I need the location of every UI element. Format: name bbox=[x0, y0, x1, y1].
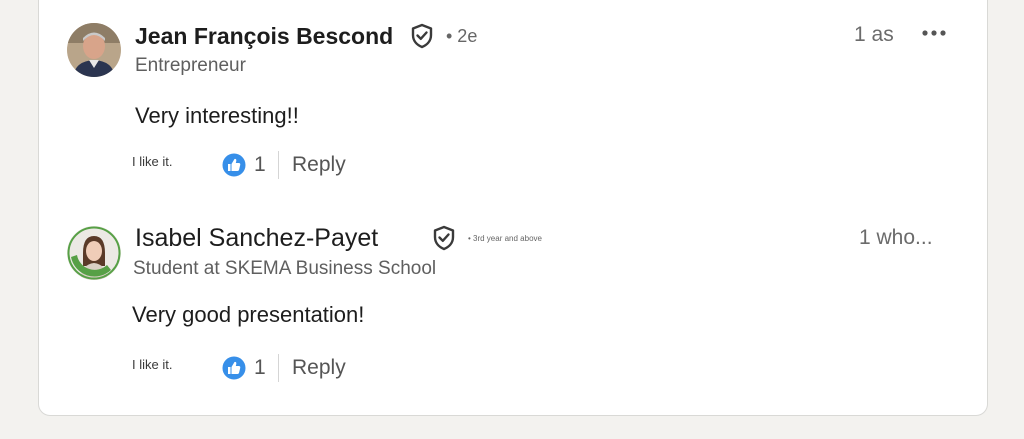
comment-timestamp: 1 as bbox=[854, 23, 894, 46]
like-button[interactable]: I like it. bbox=[132, 357, 172, 372]
comment-item: Isabel Sanchez-Payet • 3rd year and abov… bbox=[39, 204, 989, 404]
shield-check-icon bbox=[410, 23, 434, 49]
comment-timestamp: 1 who... bbox=[859, 226, 933, 249]
reaction-count[interactable]: 1 bbox=[254, 356, 266, 380]
ellipsis-icon[interactable] bbox=[919, 21, 949, 45]
reply-button[interactable]: Reply bbox=[292, 153, 346, 177]
like-button[interactable]: I like it. bbox=[132, 154, 172, 169]
author-name[interactable]: Jean François Bescond bbox=[135, 23, 393, 50]
author-headline: Student at SKEMA Business School bbox=[133, 258, 437, 279]
shield-check-icon bbox=[432, 225, 456, 251]
comment-actions: I like it. 1 Reply bbox=[132, 352, 532, 386]
reply-button[interactable]: Reply bbox=[292, 356, 346, 380]
comment-actions: I like it. 1 Reply bbox=[132, 149, 532, 183]
thumbs-up-icon[interactable] bbox=[221, 152, 247, 178]
avatar[interactable] bbox=[67, 226, 121, 280]
comment-text: Very good presentation! bbox=[132, 302, 365, 327]
reaction-count[interactable]: 1 bbox=[254, 153, 266, 177]
thumbs-up-icon[interactable] bbox=[221, 355, 247, 381]
comments-card: Jean François Bescond • 2e Entrepreneur … bbox=[38, 0, 988, 416]
author-name[interactable]: Isabel Sanchez-Payet bbox=[135, 224, 378, 253]
divider bbox=[278, 151, 279, 179]
author-headline: Entrepreneur bbox=[135, 55, 246, 76]
avatar[interactable] bbox=[67, 23, 121, 77]
comment-text: Very interesting!! bbox=[135, 103, 299, 128]
connection-degree: • 2e bbox=[446, 26, 478, 46]
comment-item: Jean François Bescond • 2e Entrepreneur … bbox=[39, 1, 989, 201]
divider bbox=[278, 354, 279, 382]
connection-degree: • 3rd year and above bbox=[468, 234, 542, 243]
